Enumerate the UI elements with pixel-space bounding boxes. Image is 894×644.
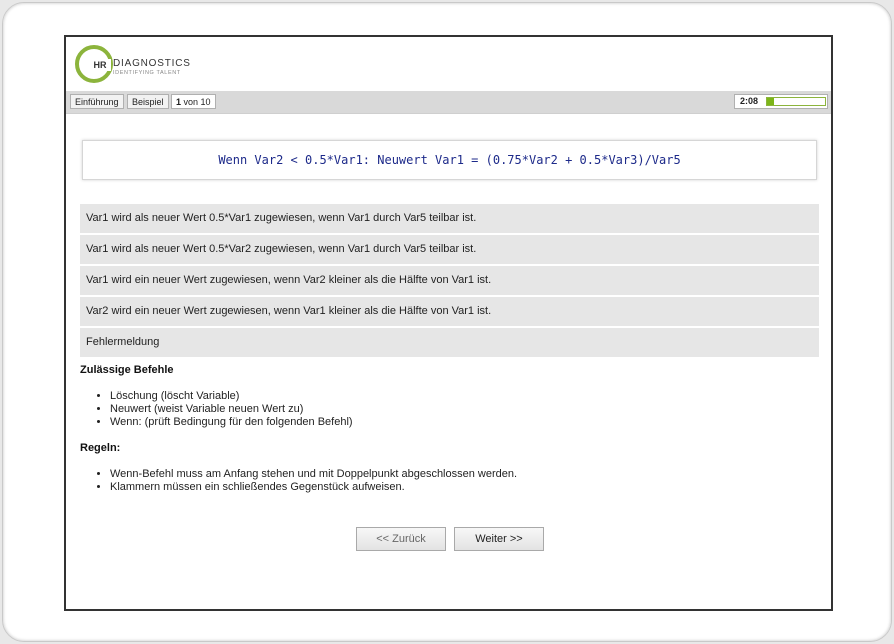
timer: 2:08 <box>734 94 828 109</box>
example-button[interactable]: Beispiel <box>127 94 169 109</box>
command-item: Wenn: (prüft Bedingung für den folgenden… <box>110 416 353 429</box>
answer-option-2[interactable]: Var1 wird als neuer Wert 0.5*Var2 zugewi… <box>80 235 819 264</box>
answer-option-5[interactable]: Fehlermeldung <box>80 328 819 357</box>
page-indicator: 1 von 10 <box>171 94 216 109</box>
commands-title: Zulässige Befehle <box>80 364 174 376</box>
answer-option-4[interactable]: Var2 wird ein neuer Wert zugewiesen, wen… <box>80 297 819 326</box>
timer-text: 2:08 <box>740 96 759 106</box>
answer-option-3[interactable]: Var1 wird ein neuer Wert zugewiesen, wen… <box>80 266 819 295</box>
timer-progress-fill <box>767 98 774 105</box>
command-item: Neuwert (weist Variable neuen Wert zu) <box>110 403 353 416</box>
rules-list: Wenn-Befehl muss am Anfang stehen und mi… <box>80 468 517 494</box>
logo-name: DIAGNOSTICS <box>113 58 191 69</box>
logo-tagline: IDENTIFYING TALENT <box>113 70 181 76</box>
page-of: von 10 <box>183 97 211 107</box>
intro-button[interactable]: Einführung <box>70 94 124 109</box>
timer-progress-bar <box>766 97 826 106</box>
answer-option-1[interactable]: Var1 wird als neuer Wert 0.5*Var1 zugewi… <box>80 204 819 233</box>
back-button[interactable]: << Zurück <box>356 527 446 551</box>
rules-title: Regeln: <box>80 442 121 454</box>
tablet-frame: HR DIAGNOSTICS IDENTIFYING TALENT Einfüh… <box>2 2 892 642</box>
logo-mark: HR <box>89 59 111 71</box>
header: HR DIAGNOSTICS IDENTIFYING TALENT <box>66 37 831 91</box>
formula-box: Wenn Var2 < 0.5*Var1: Neuwert Var1 = (0.… <box>82 140 817 180</box>
command-item: Löschung (löscht Variable) <box>110 390 353 403</box>
answer-list: Var1 wird als neuer Wert 0.5*Var1 zugewi… <box>80 204 819 359</box>
rule-item: Wenn-Befehl muss am Anfang stehen und mi… <box>110 468 517 481</box>
rule-item: Klammern müssen ein schließendes Gegenst… <box>110 481 517 494</box>
commands-list: Löschung (löscht Variable) Neuwert (weis… <box>80 390 353 429</box>
toolbar: Einführung Beispiel 1 von 10 2:08 <box>66 91 831 114</box>
next-button[interactable]: Weiter >> <box>454 527 544 551</box>
formula-text: Wenn Var2 < 0.5*Var1: Neuwert Var1 = (0.… <box>218 153 681 167</box>
page-current: 1 <box>176 97 182 107</box>
test-screen: HR DIAGNOSTICS IDENTIFYING TALENT Einfüh… <box>64 35 833 611</box>
